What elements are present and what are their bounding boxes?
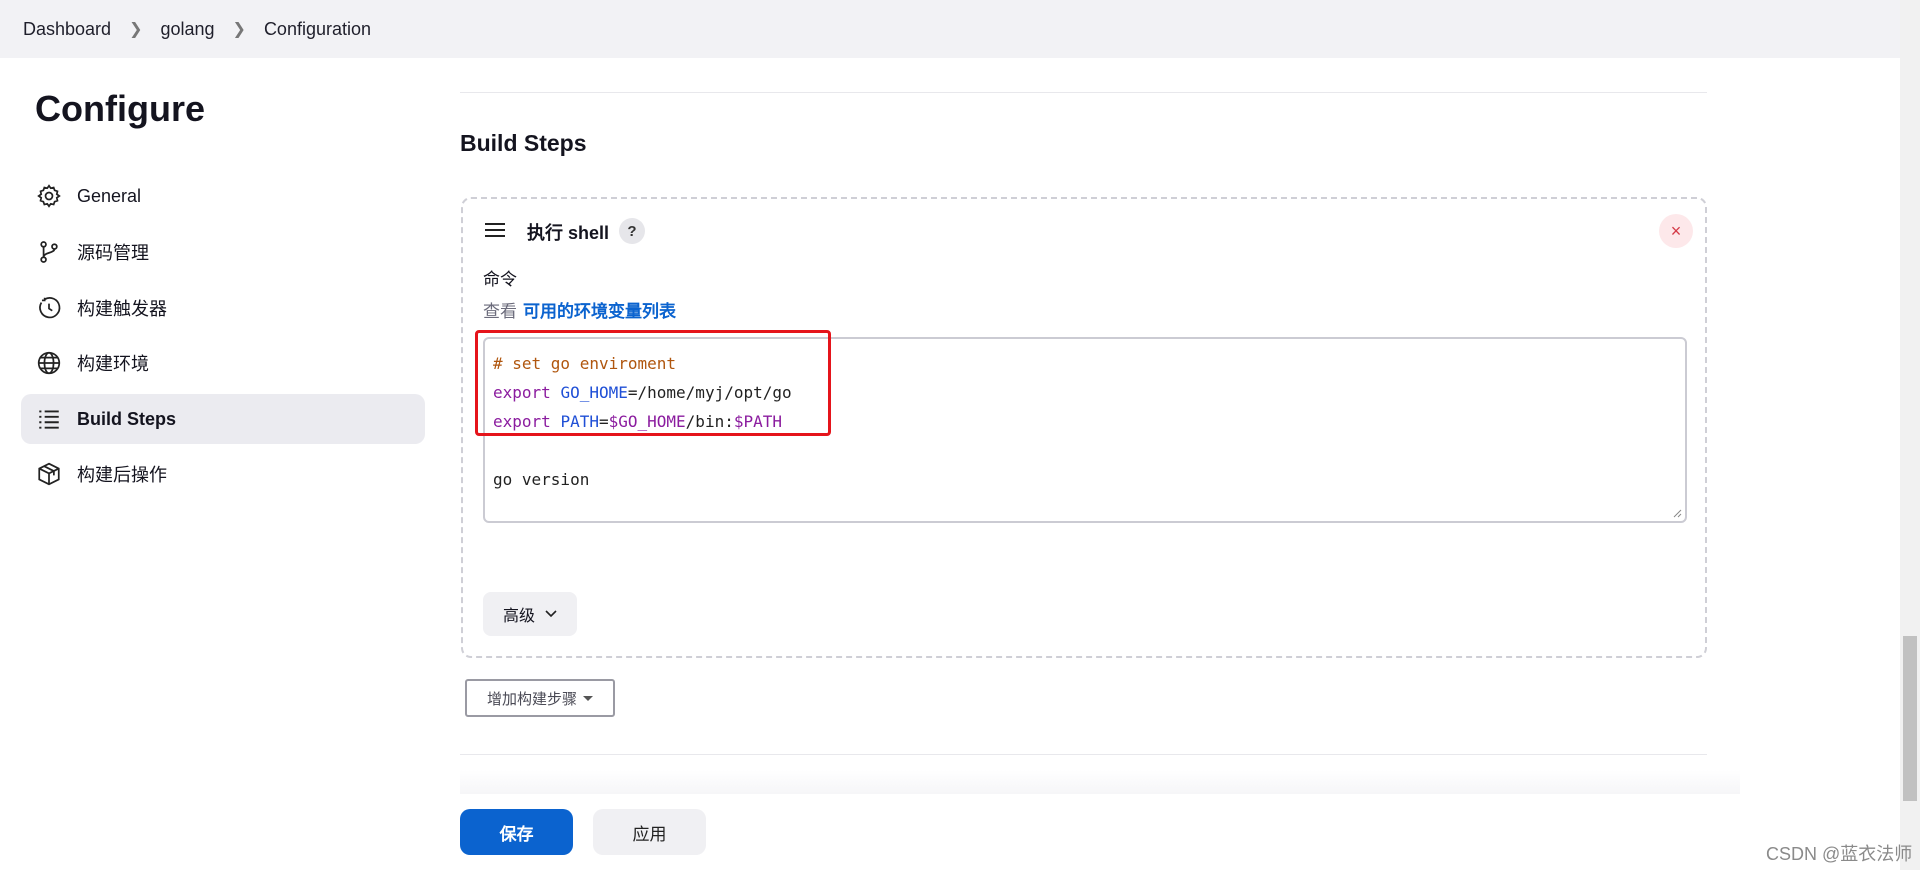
- breadcrumb-dashboard[interactable]: Dashboard: [23, 19, 111, 40]
- scrollbar[interactable]: [1900, 0, 1920, 870]
- package-icon: [35, 460, 63, 488]
- env-hint: 查看 可用的环境变量列表: [483, 297, 676, 322]
- caret-down-icon: [583, 695, 593, 701]
- close-icon[interactable]: ×: [1659, 214, 1693, 248]
- list-icon: [35, 405, 63, 433]
- breadcrumb: Dashboard ❯ golang ❯ Configuration: [0, 0, 1900, 58]
- section-divider: [460, 754, 1707, 755]
- sidebar-item-source[interactable]: 源码管理: [21, 227, 425, 277]
- add-build-step-label: 增加构建步骤: [486, 690, 577, 708]
- page-title: Configure: [35, 88, 205, 129]
- add-build-step-button[interactable]: 增加构建步骤: [465, 679, 615, 717]
- section-title: Build Steps: [460, 130, 587, 156]
- sidebar-item-label: Build Steps: [77, 408, 177, 429]
- sidebar-item-label: 源码管理: [77, 243, 149, 263]
- watermark: CSDN @蓝衣法师: [1766, 844, 1913, 864]
- sidebar-item-general[interactable]: General: [21, 171, 425, 221]
- sidebar-item-environment[interactable]: 构建环境: [21, 338, 425, 388]
- code-text: go version: [493, 470, 590, 489]
- sidebar-item-build-steps[interactable]: Build Steps: [21, 394, 425, 444]
- footer-shadow: [460, 770, 1740, 794]
- sidebar-item-label: General: [77, 185, 142, 206]
- clock-icon: [35, 294, 63, 322]
- breadcrumb-golang[interactable]: golang: [160, 19, 214, 40]
- advanced-label: 高级: [502, 608, 535, 625]
- sidebar-item-triggers[interactable]: 构建触发器: [21, 283, 425, 333]
- globe-icon: [35, 349, 63, 377]
- branch-icon: [35, 238, 63, 266]
- command-label: 命令: [483, 270, 517, 289]
- help-icon[interactable]: ?: [619, 218, 645, 244]
- annotation-highlight-box: [475, 330, 831, 436]
- step-title: 执行 shell: [527, 223, 610, 243]
- sidebar-item-label: 构建触发器: [77, 299, 167, 319]
- build-step-card: 执行 shell ? × 命令 查看 可用的环境变量列表 # set go env…: [461, 197, 1707, 658]
- breadcrumb-configuration[interactable]: Configuration: [264, 19, 371, 40]
- gear-icon: [35, 182, 63, 210]
- scrollbar-thumb[interactable]: [1903, 636, 1917, 801]
- save-button[interactable]: 保存: [460, 809, 573, 855]
- env-hint-prefix: 查看: [483, 302, 517, 321]
- drag-handle-icon[interactable]: [485, 223, 505, 237]
- env-variables-link[interactable]: 可用的环境变量列表: [523, 302, 676, 321]
- apply-button[interactable]: 应用: [593, 809, 706, 855]
- chevron-down-icon: [545, 610, 557, 618]
- sidebar-item-label: 构建环境: [77, 354, 149, 374]
- section-divider: [460, 92, 1707, 93]
- chevron-right-icon: ❯: [129, 21, 143, 38]
- resize-handle-icon[interactable]: [1672, 508, 1682, 518]
- sidebar-item-label: 构建后操作: [77, 465, 167, 485]
- chevron-right-icon: ❯: [232, 21, 246, 38]
- sidebar-item-post-build[interactable]: 构建后操作: [21, 449, 425, 499]
- advanced-button[interactable]: 高级: [483, 592, 577, 636]
